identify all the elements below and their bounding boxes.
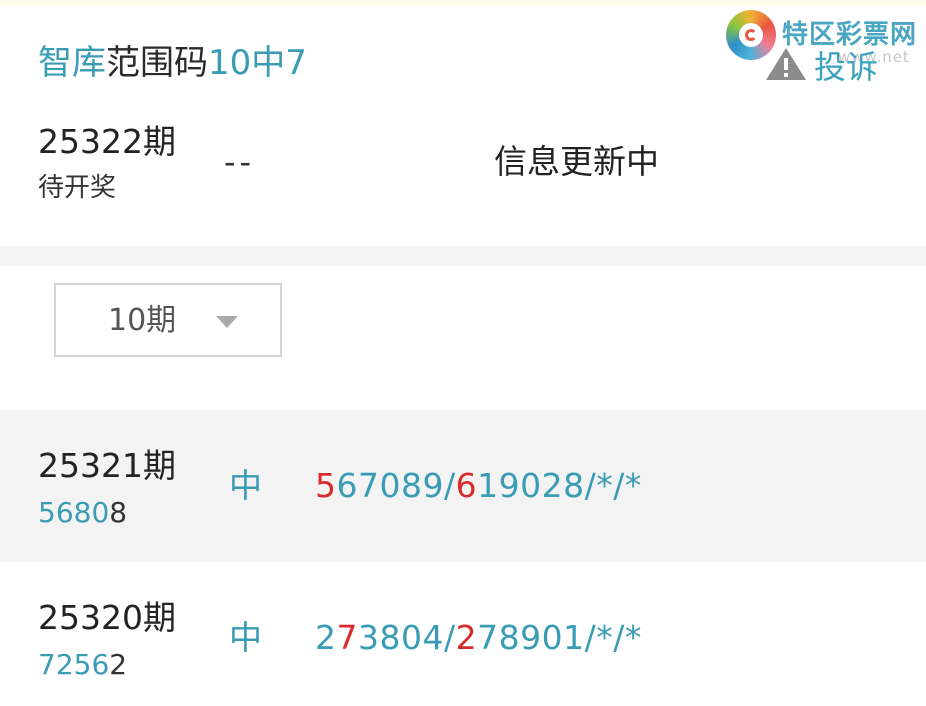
pred-seg: 67089/ (336, 466, 456, 505)
row-hit-label: 中 (229, 466, 262, 505)
pred-seg: 6 (455, 466, 478, 505)
pred-seg: 5 (315, 466, 337, 505)
title-part-1: 智库 (38, 43, 106, 83)
brand-watermark: 特区彩票网 www.net 投诉 (726, 8, 921, 86)
draw-other-digits: 8 (109, 496, 128, 529)
period-select[interactable]: 10期 (54, 283, 282, 357)
row-draw-number: 72562 (38, 648, 127, 682)
row-hit-label: 中 (229, 618, 262, 657)
period-select-value: 10期 (108, 303, 177, 338)
pred-seg: 19028/*/* (477, 466, 642, 505)
pred-seg: 3804/ (358, 618, 456, 657)
row-issue: 25321期 (38, 446, 176, 485)
current-issue: 25322期 (38, 122, 176, 161)
draw-hit-digits: 7256 (38, 648, 110, 681)
draw-hit-digits: 5680 (38, 496, 110, 529)
row-issue: 25320期 (38, 598, 176, 637)
row-prediction: 567089/619028/*/* (315, 466, 642, 506)
top-strip (0, 0, 926, 6)
pred-seg: 2 (315, 618, 337, 657)
caret-down-icon (216, 316, 238, 328)
pred-seg: 2 (455, 618, 478, 657)
current-info: 信息更新中 (494, 142, 659, 181)
pred-seg: 78901/*/* (477, 618, 642, 657)
history-row: 25321期 56808 中 567089/619028/*/* (0, 410, 926, 562)
history-row: 25320期 72562 中 273804/278901/*/* (0, 562, 926, 706)
title-part-3: 10中7 (208, 43, 307, 83)
draw-other-digits: 2 (109, 648, 128, 681)
title-part-2: 范围码 (106, 43, 208, 83)
page-title: 智库范围码10中7 (38, 40, 307, 86)
pred-seg: 7 (336, 618, 358, 657)
report-button[interactable]: 投诉 (814, 42, 878, 88)
row-prediction: 273804/278901/*/* (315, 618, 642, 658)
warning-triangle-icon (766, 48, 806, 80)
current-status: 待开奖 (38, 173, 117, 203)
row-draw-number: 56808 (38, 496, 127, 530)
section-divider (0, 246, 926, 266)
current-prediction: -- (224, 143, 256, 181)
